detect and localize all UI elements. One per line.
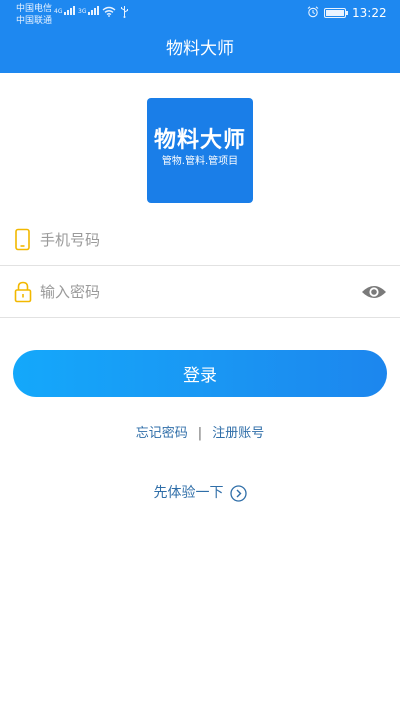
app-logo: 物料大师 管物.管料.管项目 bbox=[147, 98, 253, 203]
wifi-icon bbox=[102, 6, 116, 17]
password-input[interactable] bbox=[40, 279, 340, 305]
logo-slogan: 管物.管料.管项目 bbox=[161, 156, 239, 167]
network-type-1: 4G bbox=[54, 8, 63, 15]
signal-icon: 4G bbox=[54, 6, 76, 15]
page-title: 物料大师 bbox=[166, 39, 234, 59]
status-time: 13:22 bbox=[352, 6, 387, 20]
battery-level bbox=[326, 10, 344, 16]
password-field bbox=[0, 266, 400, 318]
usb-icon bbox=[121, 6, 128, 18]
alarm-icon bbox=[307, 6, 319, 18]
chevron-right-circle-icon bbox=[229, 484, 247, 502]
phone-field bbox=[0, 214, 400, 266]
try-first-link[interactable]: 先体验一下 bbox=[0, 484, 400, 502]
eye-icon[interactable] bbox=[361, 282, 387, 302]
carrier-labels: 中国电信 中国联通 bbox=[16, 4, 52, 26]
forgot-password-link[interactable]: 忘记密码 bbox=[136, 426, 188, 441]
login-screen: 中国电信 中国联通 4G 3G 13:22 物料大师 物料大师 管物.管料.管项… bbox=[0, 0, 400, 710]
auth-links: 忘记密码 | 注册账号 bbox=[0, 426, 400, 442]
logo-main-text: 物料大师 bbox=[153, 128, 246, 153]
try-first-label: 先体验一下 bbox=[153, 485, 224, 501]
link-separator: | bbox=[197, 426, 203, 441]
status-bar: 中国电信 中国联通 4G 3G 13:22 bbox=[0, 0, 400, 28]
signal-icon-2: 3G bbox=[78, 6, 100, 15]
network-type-2: 3G bbox=[78, 8, 87, 15]
header: 中国电信 中国联通 4G 3G 13:22 物料大师 bbox=[0, 0, 400, 73]
login-button[interactable]: 登录 bbox=[13, 350, 387, 397]
phone-input[interactable] bbox=[40, 227, 340, 253]
carrier-2: 中国联通 bbox=[16, 16, 53, 26]
lock-icon bbox=[14, 281, 32, 303]
phone-icon bbox=[15, 228, 30, 251]
register-link[interactable]: 注册账号 bbox=[212, 426, 264, 441]
carrier-1: 中国电信 bbox=[16, 4, 53, 14]
battery-icon bbox=[324, 8, 348, 18]
